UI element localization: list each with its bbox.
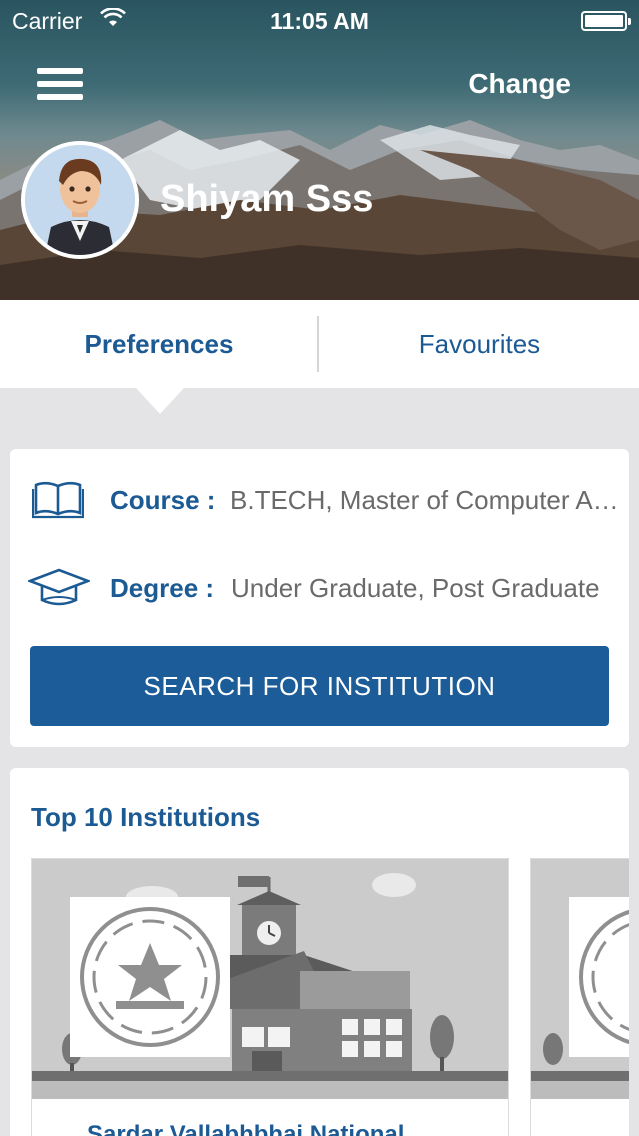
course-value: B.TECH, Master of Computer Applications xyxy=(230,485,622,515)
institution-name: Sardar Vallabhbhai National xyxy=(87,1121,405,1136)
change-button[interactable]: Change xyxy=(468,68,571,100)
badge-star-icon xyxy=(579,909,629,1045)
institution-image xyxy=(32,859,508,1099)
course-label: Course : xyxy=(110,485,216,515)
tab-favourites[interactable]: Favourites xyxy=(320,300,639,388)
avatar-cartoon-image xyxy=(25,145,135,255)
institution-card[interactable] xyxy=(530,858,629,1136)
tab-bar: Preferences Favourites xyxy=(0,300,639,388)
avatar[interactable] xyxy=(21,141,139,259)
clock: 11:05 AM xyxy=(270,8,369,34)
degree-label: Degree : xyxy=(110,573,215,603)
profile-header: Carrier 11:05 AM Change Shiyam Sss xyxy=(0,0,639,300)
tab-divider xyxy=(317,316,319,372)
badge-star-icon xyxy=(80,907,220,1047)
tab-preferences[interactable]: Preferences xyxy=(0,300,318,388)
hamburger-menu-icon[interactable] xyxy=(37,68,83,102)
search-institution-button[interactable]: SEARCH FOR INSTITUTION xyxy=(30,646,609,726)
institution-logo xyxy=(569,897,629,1057)
battery-icon xyxy=(581,11,631,31)
top-institutions-title: Top 10 Institutions xyxy=(31,802,261,832)
degree-value: Under Graduate, Post Graduate xyxy=(231,573,600,603)
course-row[interactable]: Course : B.TECH, Master of Computer Appl… xyxy=(10,475,629,525)
degree-row[interactable]: Degree : Under Graduate, Post Graduate xyxy=(10,563,629,613)
institution-image xyxy=(531,859,629,1099)
status-bar: Carrier 11:05 AM xyxy=(0,0,639,40)
preferences-card: Course : B.TECH, Master of Computer Appl… xyxy=(10,449,629,747)
book-icon xyxy=(32,481,84,519)
active-tab-indicator xyxy=(136,388,184,414)
graduation-cap-icon xyxy=(28,568,90,606)
institution-card[interactable]: Sardar Vallabhbhai National xyxy=(31,858,509,1136)
institution-logo xyxy=(70,897,230,1057)
user-name: Shiyam Sss xyxy=(160,178,374,220)
top-institutions-card: Top 10 Institutions Sardar Vallabhbhai N… xyxy=(10,768,629,1136)
